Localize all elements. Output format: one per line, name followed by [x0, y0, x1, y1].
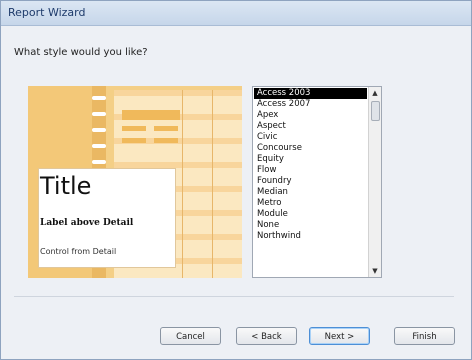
scroll-down-icon[interactable]: ▼	[369, 265, 381, 277]
scroll-up-icon[interactable]: ▲	[369, 87, 381, 99]
style-list-item[interactable]: Apex	[254, 110, 367, 121]
style-list-item[interactable]: Aspect	[254, 121, 367, 132]
style-list-item[interactable]: None	[254, 220, 367, 231]
style-list-item[interactable]: Northwind	[254, 231, 367, 242]
title-bar: Report Wizard	[1, 1, 471, 26]
style-list-item[interactable]: Foundry	[254, 176, 367, 187]
style-list-item[interactable]: Access 2007	[254, 99, 367, 110]
style-list-scrollbar[interactable]: ▲ ▼	[368, 87, 381, 277]
window-title: Report Wizard	[8, 6, 86, 19]
finish-button[interactable]: Finish	[394, 327, 455, 345]
next-button[interactable]: Next >	[309, 327, 370, 345]
style-list: Access 2003 Access 2007 Apex Aspect Civic Con…	[254, 88, 367, 242]
back-button[interactable]: < Back	[236, 327, 297, 345]
style-list-item[interactable]: Metro	[254, 198, 367, 209]
style-list-item[interactable]: Civic	[254, 132, 367, 143]
cancel-button[interactable]: Cancel	[160, 327, 221, 345]
preview-control-from-detail: Control from Detail	[40, 247, 117, 256]
preview-title: Title	[40, 172, 92, 200]
style-prompt: What style would you like?	[14, 47, 148, 58]
style-list-item[interactable]: Module	[254, 209, 367, 220]
style-list-item[interactable]: Median	[254, 187, 367, 198]
style-listbox[interactable]: Access 2003 Access 2007 Apex Aspect Civic Con…	[252, 86, 382, 278]
style-list-item[interactable]: Concourse	[254, 143, 367, 154]
style-list-item[interactable]: Access 2003	[254, 88, 367, 99]
style-list-item[interactable]: Equity	[254, 154, 367, 165]
footer-divider	[14, 296, 454, 297]
style-list-item[interactable]: Flow	[254, 165, 367, 176]
preview-label-above-detail: Label above Detail	[40, 218, 134, 228]
scroll-thumb[interactable]	[371, 101, 380, 121]
